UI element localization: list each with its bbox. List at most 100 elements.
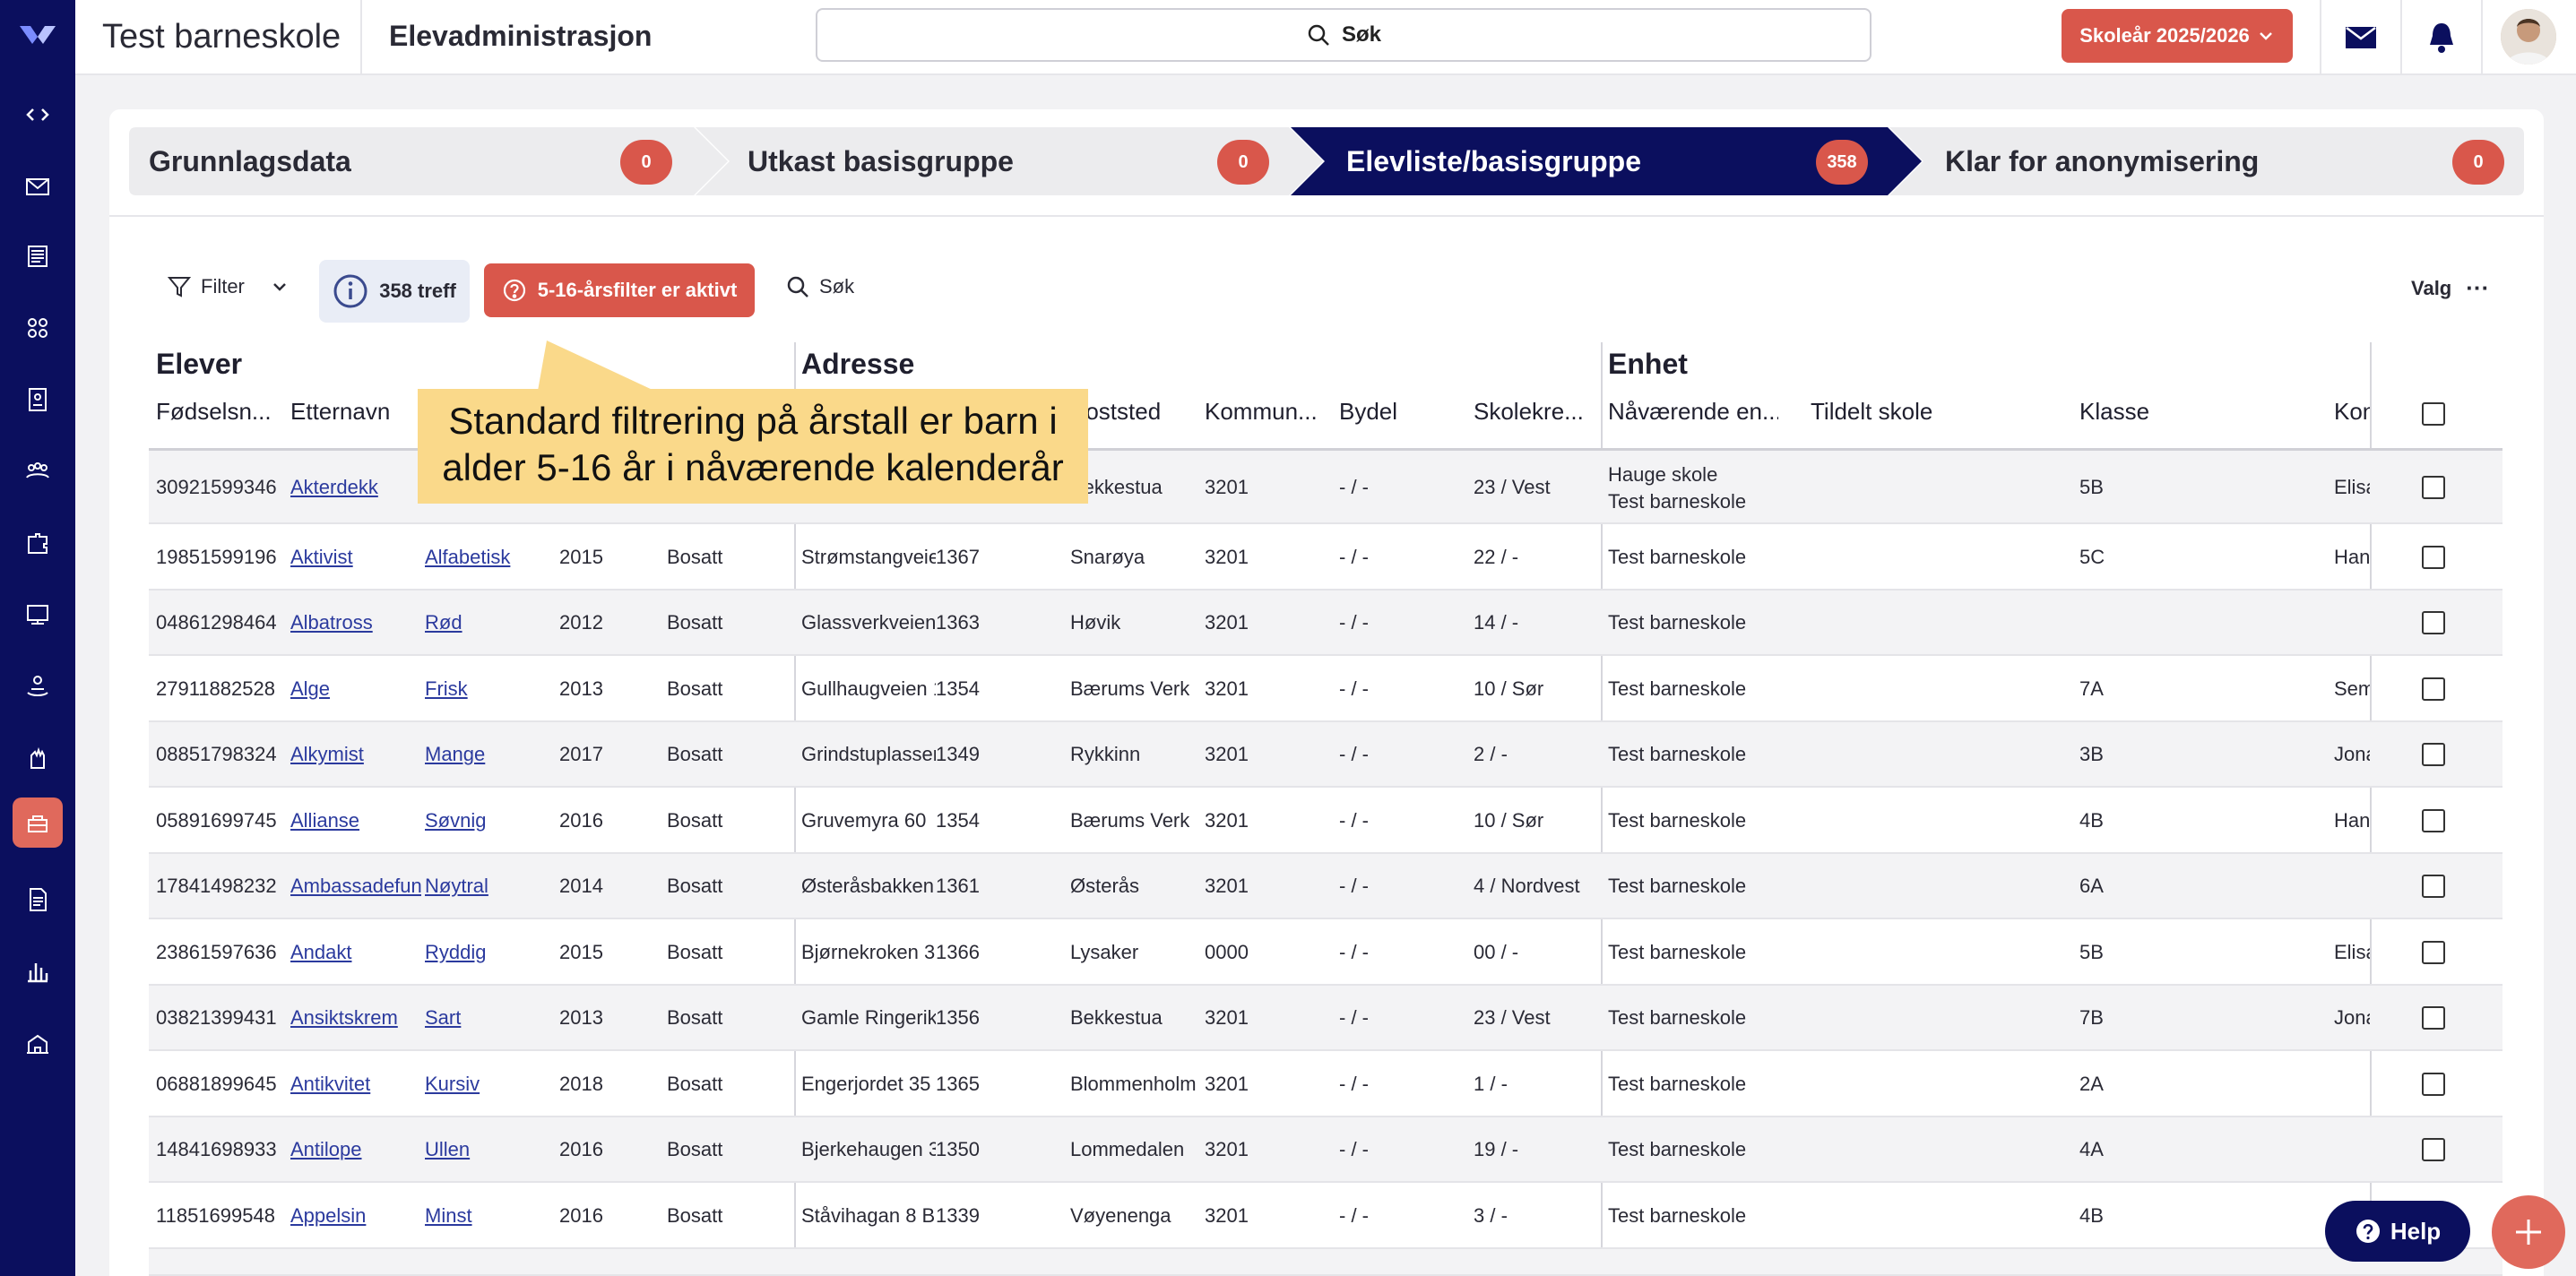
cell-navaerende-enhet: Test barneskole bbox=[1608, 545, 1747, 568]
cell-etternavn[interactable]: Ambassadefunl bbox=[290, 875, 421, 898]
cell-fornavn[interactable]: Kursiv bbox=[425, 1073, 556, 1096]
row-select-checkbox[interactable] bbox=[2422, 1138, 2445, 1162]
cell-etternavn[interactable]: Akterdekk bbox=[290, 476, 421, 499]
badge-icon[interactable] bbox=[13, 375, 63, 425]
people-icon[interactable] bbox=[13, 446, 63, 496]
cell-aar: 2013 bbox=[559, 1006, 603, 1030]
table-row[interactable]: 04861298464 Albatross Rød 2012 Bosatt Glassve… bbox=[149, 590, 2503, 656]
divider bbox=[2400, 0, 2402, 75]
select-all-checkbox[interactable] bbox=[2422, 402, 2445, 426]
cell-skolekrets: 10 / Sør bbox=[1474, 677, 1544, 700]
puzzle-icon[interactable] bbox=[13, 518, 63, 568]
table-row[interactable]: 23861597636 Andakt Ryddig 2015 Bosatt Bjørnek… bbox=[149, 919, 2503, 986]
table-row[interactable] bbox=[149, 1248, 2503, 1276]
cell-etternavn[interactable]: Alge bbox=[290, 677, 421, 701]
table-row[interactable]: 06881899645 Antikvitet Kursiv 2018 Bosatt Eng… bbox=[149, 1051, 2503, 1117]
app-logo-icon[interactable] bbox=[16, 16, 59, 54]
filter-button[interactable]: Filter bbox=[167, 274, 290, 299]
cell-skolekrets: 1 / - bbox=[1474, 1072, 1508, 1095]
hand-person-icon[interactable] bbox=[13, 661, 63, 711]
column-header-bydel[interactable]: Bydel bbox=[1339, 398, 1465, 426]
cell-fornavn[interactable]: Rød bbox=[425, 611, 556, 634]
cell-etternavn[interactable]: Ansiktskrem bbox=[290, 1006, 421, 1030]
table-row[interactable]: 03821399431 Ansiktskrem Sart 2013 Bosatt Gaml… bbox=[149, 985, 2503, 1051]
step-elevliste-basisgruppe[interactable]: Elevliste/basisgruppe bbox=[1346, 127, 1641, 195]
cell-etternavn[interactable]: Alkymist bbox=[290, 743, 421, 766]
step-utkast-basisgruppe[interactable]: Utkast basisgruppe bbox=[748, 127, 1014, 195]
table-search-button[interactable]: Søk bbox=[785, 274, 854, 299]
cell-fornavn[interactable]: Ryddig bbox=[425, 941, 556, 964]
statistics-icon[interactable] bbox=[13, 946, 63, 996]
options-button[interactable]: Valg ··· bbox=[2411, 274, 2489, 302]
help-button[interactable]: Help bbox=[2325, 1201, 2470, 1262]
cell-etternavn[interactable]: Andakt bbox=[290, 941, 421, 964]
table-row[interactable]: 11851699548 Appelsin Minst 2016 Bosatt Ståvih… bbox=[149, 1183, 2503, 1249]
document-icon[interactable] bbox=[13, 875, 63, 925]
step-grunnlagsdata[interactable]: Grunnlagsdata bbox=[149, 127, 351, 195]
global-search-input[interactable]: Søk bbox=[816, 8, 1871, 62]
cell-etternavn[interactable]: Aktivist bbox=[290, 546, 421, 569]
row-select-checkbox[interactable] bbox=[2422, 743, 2445, 767]
row-select-checkbox[interactable] bbox=[2422, 875, 2445, 899]
column-header-kommune[interactable]: Kommun... bbox=[1205, 398, 1330, 426]
cell-kontakt: Jona bbox=[2334, 743, 2370, 766]
table-row[interactable]: 08851798324 Alkymist Mange 2017 Bosatt Grinds… bbox=[149, 721, 2503, 788]
step-label: Utkast basisgruppe bbox=[748, 144, 1014, 177]
school-building-icon[interactable] bbox=[13, 1018, 63, 1068]
row-select-checkbox[interactable] bbox=[2422, 1006, 2445, 1030]
expand-collapse-icon[interactable] bbox=[13, 90, 63, 140]
table-row[interactable]: 14841698933 Antilope Ullen 2016 Bosatt Bjerke… bbox=[149, 1116, 2503, 1183]
cell-fornavn[interactable]: Ullen bbox=[425, 1138, 556, 1161]
groups-icon[interactable] bbox=[13, 303, 63, 353]
column-header-poststed[interactable]: Poststed bbox=[1070, 398, 1196, 426]
column-header-kontakt[interactable]: Kon bbox=[2334, 398, 2370, 426]
cell-etternavn[interactable]: Antilope bbox=[290, 1138, 421, 1161]
row-select-checkbox[interactable] bbox=[2422, 677, 2445, 701]
cell-fornavn[interactable]: Sart bbox=[425, 1006, 556, 1030]
column-header-skolekrets[interactable]: Skolekre... bbox=[1474, 398, 1599, 426]
cell-fornavn[interactable]: Minst bbox=[425, 1204, 556, 1228]
table-row[interactable]: 05891699745 Allianse Søvnig 2016 Bosatt Gruve… bbox=[149, 788, 2503, 854]
cell-fornavn[interactable]: Frisk bbox=[425, 677, 556, 701]
messages-icon[interactable] bbox=[2341, 18, 2381, 57]
column-header-fodselsnr[interactable]: Fødselsn... bbox=[156, 398, 281, 426]
table-row[interactable]: 19851599196 Aktivist Alfabetisk 2015 Bosatt S… bbox=[149, 524, 2503, 591]
mail-icon[interactable] bbox=[13, 161, 63, 211]
age-filter-button[interactable]: 5-16-årsfilter er aktivt bbox=[484, 263, 755, 317]
row-select-checkbox[interactable] bbox=[2422, 940, 2445, 964]
cell-fornavn[interactable]: Mange bbox=[425, 743, 556, 766]
cell-adresse: Bjerkehaugen 3 bbox=[801, 1138, 936, 1161]
row-select-checkbox[interactable] bbox=[2422, 476, 2445, 499]
cell-etternavn[interactable]: Antikvitet bbox=[290, 1073, 421, 1096]
row-select-checkbox[interactable] bbox=[2422, 808, 2445, 832]
cell-fornavn[interactable]: Alfabetisk bbox=[425, 546, 556, 569]
cell-etternavn[interactable]: Appelsin bbox=[290, 1204, 421, 1228]
notification-bell-icon[interactable] bbox=[2422, 18, 2461, 57]
cell-etternavn[interactable]: Albatross bbox=[290, 611, 421, 634]
user-avatar[interactable] bbox=[2501, 9, 2556, 65]
column-header-tildelt-skole[interactable]: Tildelt skole bbox=[1811, 398, 2008, 426]
row-select-checkbox[interactable] bbox=[2422, 611, 2445, 635]
add-button[interactable] bbox=[2492, 1195, 2565, 1269]
cell-fornavn[interactable]: Nøytral bbox=[425, 875, 556, 898]
table-row[interactable]: 17841498232 Ambassadefunl Nøytral 2014 Bosat… bbox=[149, 853, 2503, 919]
table-search-label: Søk bbox=[819, 275, 855, 297]
hand-icon[interactable] bbox=[13, 733, 63, 783]
cell-klasse: 5B bbox=[2079, 476, 2104, 498]
table-row[interactable]: 27911882528 Alge Frisk 2013 Bosatt Gullhaugve… bbox=[149, 656, 2503, 722]
age-filter-tooltip: Standard filtrering på årstall er barn i… bbox=[418, 389, 1088, 504]
step-klar-for-anonymisering[interactable]: Klar for anonymisering bbox=[1945, 127, 2259, 195]
school-board-icon[interactable] bbox=[13, 590, 63, 640]
column-header-klasse[interactable]: Klasse bbox=[2079, 398, 2205, 426]
school-year-button[interactable]: Skoleår 2025/2026 bbox=[2062, 9, 2293, 63]
cell-fornavn[interactable]: Søvnig bbox=[425, 809, 556, 832]
row-select-checkbox[interactable] bbox=[2422, 545, 2445, 569]
row-select-checkbox[interactable] bbox=[2422, 1072, 2445, 1096]
cell-etternavn[interactable]: Allianse bbox=[290, 809, 421, 832]
cell-kommune: 3201 bbox=[1205, 1006, 1249, 1030]
student-admin-icon[interactable] bbox=[13, 798, 63, 848]
news-icon[interactable] bbox=[13, 231, 63, 281]
column-header-etternavn[interactable]: Etternavn bbox=[290, 398, 416, 426]
cell-postnr: 1366 bbox=[936, 940, 980, 963]
column-header-navaerende-enhet[interactable]: Nåværende en... bbox=[1608, 398, 1778, 426]
